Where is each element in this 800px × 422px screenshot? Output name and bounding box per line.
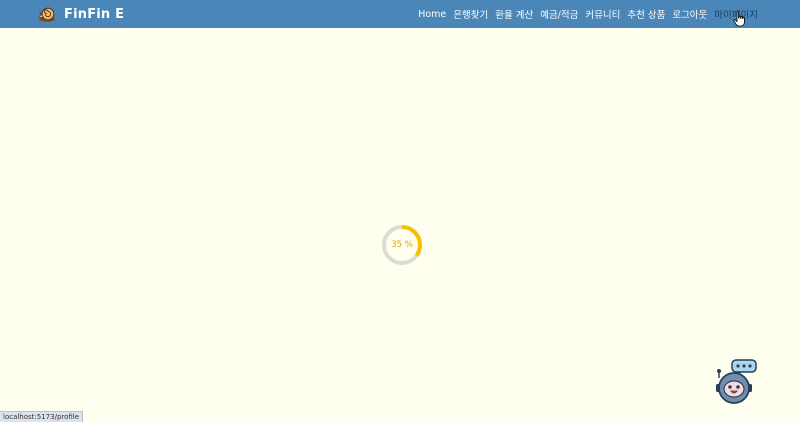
page: FinFin E Home 은행찾기 환율 계산 예금/적금 커뮤니티 추천 상… — [0, 0, 800, 422]
nav-link-home[interactable]: Home — [418, 9, 446, 20]
nav-link-exchange-calculator[interactable]: 환율 계산 — [495, 7, 533, 21]
snail-logo-icon — [38, 7, 56, 22]
nav-link-deposit-savings[interactable]: 예금/적금 — [540, 7, 578, 21]
nav-links: Home 은행찾기 환율 계산 예금/적금 커뮤니티 추천 상품 로그아웃 마이… — [418, 0, 758, 28]
nav-link-community[interactable]: 커뮤니티 — [585, 7, 620, 21]
top-navbar: FinFin E Home 은행찾기 환율 계산 예금/적금 커뮤니티 추천 상… — [0, 0, 800, 28]
status-bar-url: localhost:5173/profile — [0, 411, 84, 422]
nav-link-logout[interactable]: 로그아웃 — [672, 7, 707, 21]
loading-progress-ring: 35 % — [380, 223, 424, 267]
nav-link-recommended-products[interactable]: 추천 상품 — [627, 7, 665, 21]
brand-title: FinFin E — [64, 6, 125, 22]
brand-home-link[interactable]: FinFin E — [38, 4, 124, 24]
progress-percent-label: 35 % — [391, 240, 413, 250]
chatbot-button[interactable] — [713, 358, 759, 404]
nav-link-find-bank[interactable]: 은행찾기 — [453, 7, 488, 21]
hand-pointer-cursor-icon — [733, 11, 745, 27]
robot-chatbot-icon — [716, 359, 757, 404]
